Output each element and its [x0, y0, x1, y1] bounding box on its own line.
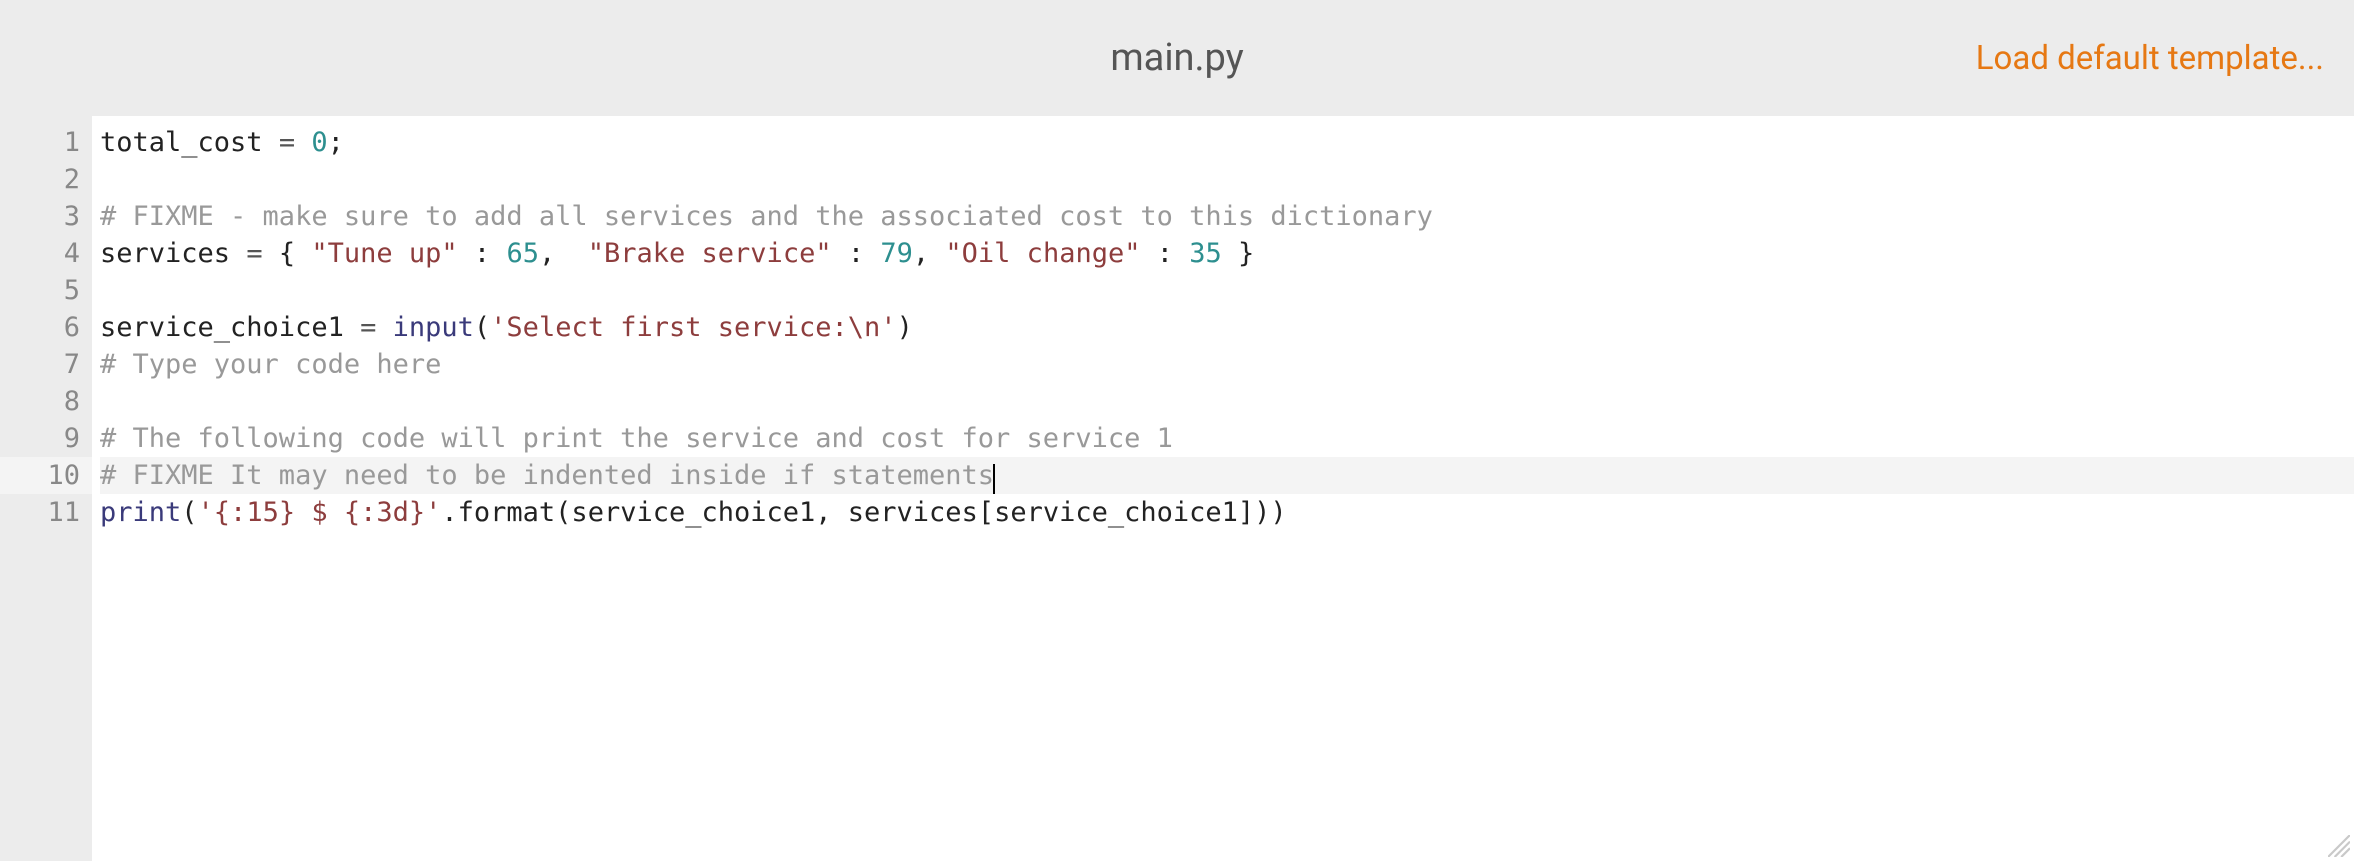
text-cursor [993, 464, 995, 494]
line-number: 10 [0, 457, 92, 494]
file-title: main.py [1110, 36, 1243, 80]
editor-header: main.py Load default template... [0, 0, 2354, 116]
code-line[interactable]: # The following code will print the serv… [100, 420, 2354, 457]
code-line[interactable] [100, 272, 2354, 309]
line-number: 1 [0, 124, 92, 161]
code-line[interactable]: # Type your code here [100, 346, 2354, 383]
code-editor[interactable]: 1234567891011 total_cost = 0; # FIXME - m… [0, 116, 2354, 861]
code-area[interactable]: total_cost = 0; # FIXME - make sure to ad… [92, 116, 2354, 861]
line-number-gutter: 1234567891011 [0, 116, 92, 861]
line-number: 7 [0, 346, 92, 383]
line-number: 5 [0, 272, 92, 309]
editor-pane: main.py Load default template... 1234567… [0, 0, 2354, 861]
resize-handle-icon[interactable] [2328, 835, 2350, 857]
code-line[interactable]: print('{:15} $ {:3d}'.format(service_cho… [100, 494, 2354, 531]
line-number: 4 [0, 235, 92, 272]
load-default-template-link[interactable]: Load default template... [1976, 39, 2324, 78]
line-number: 11 [0, 494, 92, 531]
code-line[interactable]: # FIXME - make sure to add all services … [100, 198, 2354, 235]
code-line[interactable] [100, 383, 2354, 420]
line-number: 3 [0, 198, 92, 235]
code-line[interactable]: service_choice1 = input('Select first se… [100, 309, 2354, 346]
code-line[interactable] [100, 161, 2354, 198]
line-number: 9 [0, 420, 92, 457]
code-line[interactable]: total_cost = 0; [100, 124, 2354, 161]
line-number: 2 [0, 161, 92, 198]
code-line[interactable]: # FIXME It may need to be indented insid… [100, 457, 2354, 494]
line-number: 8 [0, 383, 92, 420]
line-number: 6 [0, 309, 92, 346]
code-line[interactable]: services = { "Tune up" : 65, "Brake serv… [100, 235, 2354, 272]
